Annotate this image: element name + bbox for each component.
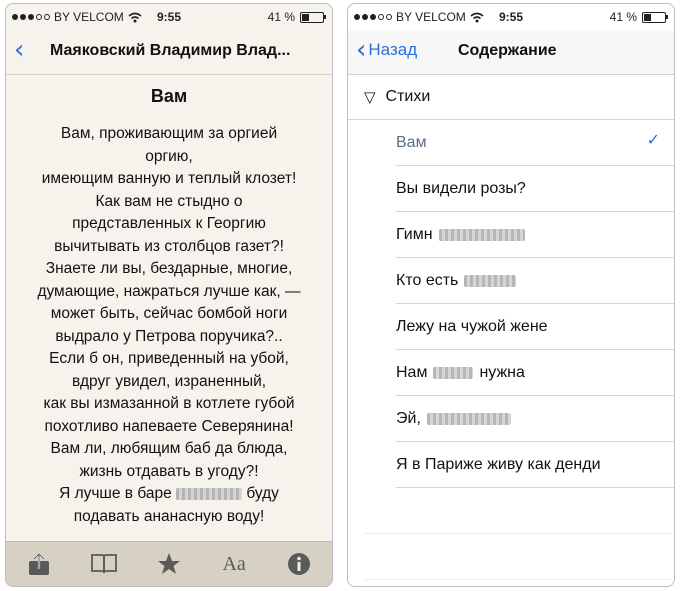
redacted-word [176, 487, 243, 500]
redacted-word [433, 366, 474, 379]
info-icon [288, 553, 311, 575]
status-bar: BY VELCOM 9:55 41 % [348, 4, 674, 30]
poem-line: вдруг увидел, израненный, [71, 372, 267, 390]
poem-line: представленных к Георгию [72, 215, 266, 232]
share-button[interactable] [19, 547, 59, 581]
toc-item[interactable]: Вы видели розы? [396, 166, 674, 212]
poem-line: Вам, проживающим за оргией [60, 125, 278, 142]
toc-item[interactable]: Нам нужна [396, 350, 674, 396]
font-icon: Aa [222, 552, 246, 575]
back-chevron-icon: ‹ [356, 35, 367, 65]
back-label: Назад [368, 40, 418, 59]
section-header[interactable]: ▽ Стихи [348, 74, 674, 120]
poem-text: Вам, проживающим за оргией оргию, имеющим … [6, 123, 332, 483]
toc-item[interactable]: Кто есть [396, 258, 674, 304]
poem-line: Знаете ли вы, бездарные, многие, [45, 260, 293, 277]
bookmark-button[interactable] [149, 547, 189, 581]
toc-item-label: Кто есть [396, 271, 459, 289]
book-title: Маяковский Владимир Влад... [50, 42, 291, 59]
poem-line: похотливо напеваете Северянина! [44, 417, 294, 435]
battery-icon [642, 11, 668, 23]
battery-percent: 41 % [609, 10, 637, 24]
book-icon [90, 554, 117, 574]
contents-navbar: ‹ Назад Содержание [348, 30, 674, 75]
back-chevron-icon[interactable]: ‹ [14, 37, 24, 63]
page-title: Содержание [458, 42, 557, 59]
toc-item-label-suffix: нужна [479, 363, 525, 381]
redacted-word [438, 228, 525, 241]
contents-button[interactable] [84, 547, 124, 581]
poem-line: выдрало у Петрова поручика?.. [55, 327, 283, 345]
toc-item[interactable]: Гимн [396, 212, 674, 258]
toc-item-label: Нам [396, 363, 428, 381]
reader-screen: BY VELCOM 9:55 41 % ‹ Маяковский Владими… [5, 3, 333, 587]
poem-line: оргию, [145, 147, 193, 165]
back-button[interactable]: ‹ Назад [356, 37, 417, 63]
poem-line: думающие, нажраться лучше как, — [37, 282, 301, 300]
toc-item[interactable]: Эй, [396, 396, 674, 442]
share-icon [28, 552, 49, 575]
toc-item-label: Лежу на чужой жене [396, 317, 548, 335]
toc-item[interactable]: Вам ✓ [396, 120, 674, 166]
toc-item-label: Гимн [396, 225, 433, 243]
font-button[interactable]: Aa [214, 547, 254, 581]
toc-item-label: Эй, [396, 409, 421, 427]
toc-item[interactable]: Лежу на чужой жене [396, 304, 674, 350]
reader-content[interactable]: Вам Вам, проживающим за оргией оргию, имею… [6, 74, 332, 542]
poem-line: может быть, сейчас бомбой ноги [50, 305, 288, 322]
reader-navbar: ‹ Маяковский Владимир Влад... [6, 30, 332, 75]
reader-toolbar: Aa [6, 541, 332, 586]
poem-line: как вы измазанной в котлете губой [43, 395, 295, 412]
disclosure-triangle-icon: ▽ [364, 87, 376, 106]
redacted-word [464, 274, 517, 287]
info-button[interactable] [279, 547, 319, 581]
status-bar: BY VELCOM 9:55 41 % [6, 4, 332, 30]
battery-percent: 41 % [267, 10, 295, 24]
poem-title: Вам [150, 86, 188, 106]
empty-row [364, 488, 674, 534]
toc-item-label: Вы видели розы? [396, 179, 526, 197]
poem-line: имеющим ванную и теплый клозет! [41, 170, 297, 187]
poem-line: жизнь отдавать в угоду?! [79, 462, 259, 480]
poem-line: подавать ананасную воду! [73, 507, 265, 525]
poem-line: вычитывать из столбцов газет?! [54, 237, 284, 255]
toc-item-label: Вам [396, 133, 427, 151]
poem-line: Вам ли, любящим баб да блюда, [50, 440, 288, 457]
poem-line: Как вам не стыдно о [95, 192, 243, 210]
contents-list: ▽ Стихи Вам ✓ Вы видели розы? Гимн Кто есть Л… [348, 74, 674, 586]
star-icon [157, 553, 180, 574]
poem-line: Если б он, приведенный на убой, [49, 350, 289, 367]
poem-line: Я лучше в баре буду [59, 485, 279, 502]
empty-row [364, 534, 674, 580]
section-label: Стихи [385, 87, 431, 105]
battery-icon [300, 11, 326, 23]
toc-item[interactable]: Я в Париже живу как денди [396, 442, 674, 488]
contents-screen: BY VELCOM 9:55 41 % ‹ Назад Содержание ▽… [347, 3, 675, 587]
checkmark-icon: ✓ [646, 130, 660, 149]
toc-item-label: Я в Париже живу как денди [396, 455, 601, 473]
redacted-word [426, 412, 511, 425]
